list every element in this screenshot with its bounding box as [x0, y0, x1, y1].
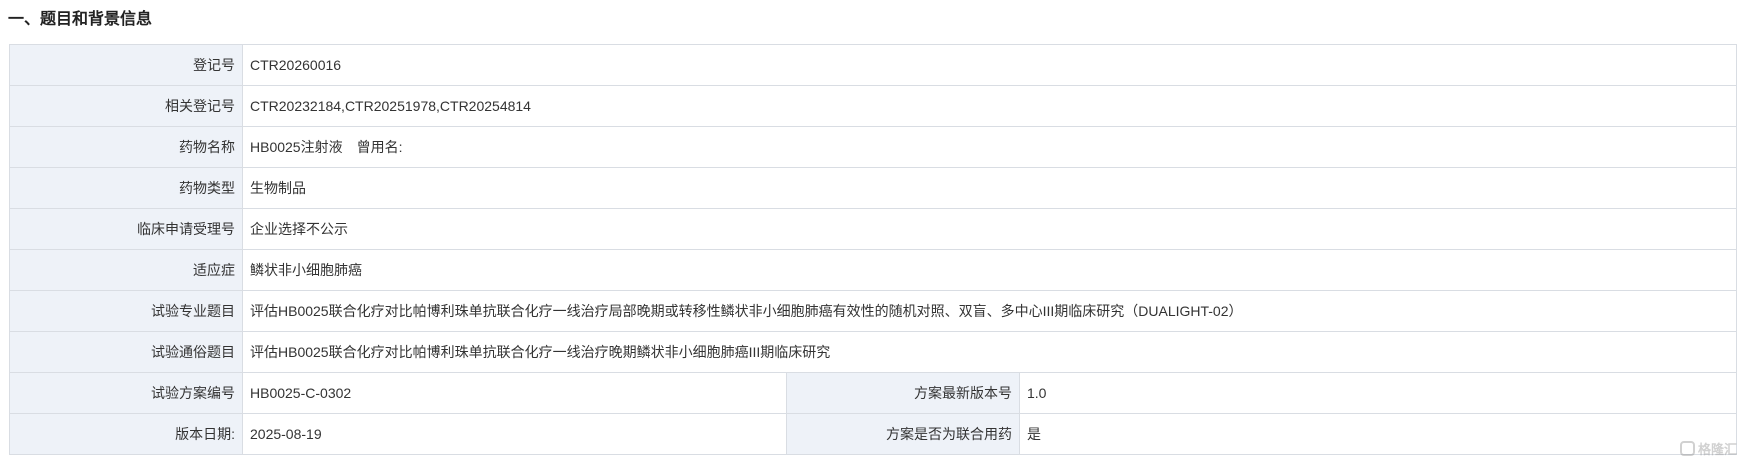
- registration-number-value: CTR20260016: [241, 44, 1738, 86]
- table-row: 试验方案编号 HB0025-C-0302 方案最新版本号 1.0: [9, 372, 1738, 414]
- related-registration-value: CTR20232184,CTR20251978,CTR20254814: [241, 85, 1738, 127]
- public-title-label: 试验通俗题目: [9, 331, 243, 373]
- indication-label: 适应症: [9, 249, 243, 291]
- protocol-number-value: HB0025-C-0302: [242, 372, 787, 414]
- table-row: 药物类型 生物制品: [9, 167, 1738, 209]
- table-row: 试验专业题目 评估HB0025联合化疗对比帕博利珠单抗联合化疗一线治疗局部晚期或…: [9, 290, 1738, 332]
- gelonghui-logo-icon: [1679, 441, 1695, 456]
- drug-name-label: 药物名称: [9, 126, 243, 168]
- watermark-text: 格隆汇: [1697, 442, 1737, 457]
- combination-drug-label: 方案是否为联合用药: [786, 413, 1020, 455]
- table-row: 登记号 CTR20260016: [9, 44, 1738, 86]
- table-row: 相关登记号 CTR20232184,CTR20251978,CTR2025481…: [9, 85, 1738, 127]
- drug-type-label: 药物类型: [9, 167, 243, 209]
- application-number-value: 企业选择不公示: [241, 208, 1738, 250]
- former-name-label: 曾用名:: [356, 139, 403, 155]
- related-registration-label: 相关登记号: [9, 85, 243, 127]
- protocol-version-label: 方案最新版本号: [786, 372, 1020, 414]
- table-row: 试验通俗题目 评估HB0025联合化疗对比帕博利珠单抗联合化疗一线治疗晚期鳞状非…: [9, 331, 1738, 373]
- public-title-value: 评估HB0025联合化疗对比帕博利珠单抗联合化疗一线治疗晚期鳞状非小细胞肺癌II…: [241, 331, 1738, 373]
- table-row: 版本日期: 2025-08-19 方案是否为联合用药 是: [9, 413, 1738, 455]
- scientific-title-value: 评估HB0025联合化疗对比帕博利珠单抗联合化疗一线治疗局部晚期或转移性鳞状非小…: [241, 290, 1738, 332]
- table-row: 适应症 鳞状非小细胞肺癌: [9, 249, 1738, 291]
- combination-drug-value: 是: [1018, 413, 1738, 455]
- section-title: 一、题目和背景信息: [8, 11, 153, 28]
- version-date-label: 版本日期:: [9, 413, 243, 455]
- drug-type-value: 生物制品: [241, 167, 1738, 209]
- protocol-version-value: 1.0: [1018, 372, 1738, 414]
- table-row: 临床申请受理号 企业选择不公示: [9, 208, 1738, 250]
- protocol-number-label: 试验方案编号: [9, 372, 243, 414]
- scientific-title-label: 试验专业题目: [9, 290, 243, 332]
- application-number-label: 临床申请受理号: [9, 208, 243, 250]
- table-row: 药物名称 HB0025注射液 曾用名:: [9, 126, 1738, 168]
- watermark: 格隆汇: [1679, 439, 1737, 458]
- version-date-value: 2025-08-19: [242, 413, 787, 455]
- indication-value: 鳞状非小细胞肺癌: [241, 249, 1738, 291]
- drug-name-cell: HB0025注射液 曾用名:: [241, 126, 1738, 168]
- background-info-table: 登记号 CTR20260016 相关登记号 CTR20232184,CTR202…: [9, 44, 1738, 455]
- registration-number-label: 登记号: [9, 44, 243, 86]
- drug-name-value: HB0025注射液: [250, 139, 343, 155]
